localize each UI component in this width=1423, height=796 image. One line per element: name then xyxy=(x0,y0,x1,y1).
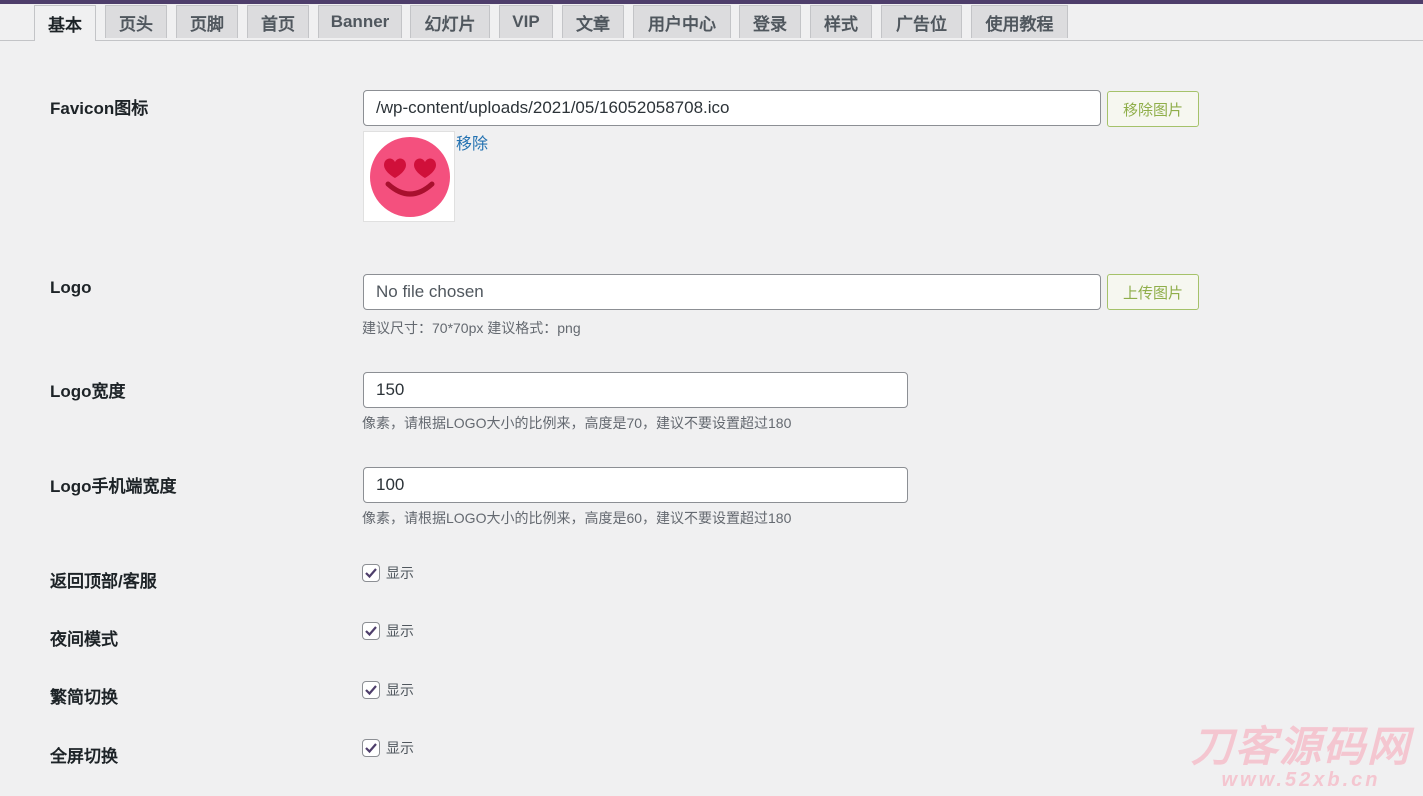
upload-image-button[interactable]: 上传图片 xyxy=(1107,274,1199,310)
back-to-top-checkbox-label: 显示 xyxy=(386,565,414,581)
tab-article[interactable]: 文章 xyxy=(562,5,624,38)
logo-hint: 建议尺寸：70*70px 建议格式：png xyxy=(362,320,581,336)
back-to-top-option: 显示 xyxy=(362,563,414,583)
logo-mobile-width-hint: 像素，请根据LOGO大小的比例来，高度是60，建议不要设置超过180 xyxy=(362,510,792,526)
traditional-simplified-checkbox[interactable] xyxy=(362,681,380,699)
remove-image-button[interactable]: 移除图片 xyxy=(1107,91,1199,127)
tab-footer[interactable]: 页脚 xyxy=(176,5,238,38)
heart-eyes-emoji-icon xyxy=(370,137,450,217)
traditional-simplified-option: 显示 xyxy=(362,680,414,700)
remove-favicon-link[interactable]: 移除 xyxy=(456,130,488,154)
traditional-simplified-label: 繁简切换 xyxy=(50,688,118,707)
tab-header[interactable]: 页头 xyxy=(105,5,167,38)
watermark: 刀客源码网 www.52xb.cn xyxy=(1191,725,1411,792)
logo-width-hint: 像素，请根据LOGO大小的比例来，高度是70，建议不要设置超过180 xyxy=(362,415,792,431)
tab-ads[interactable]: 广告位 xyxy=(881,5,962,38)
fullscreen-label: 全屏切换 xyxy=(50,747,118,766)
traditional-simplified-checkbox-label: 显示 xyxy=(386,682,414,698)
settings-tabs: 基本 页头 页脚 首页 Banner 幻灯片 VIP 文章 用户中心 登录 样式… xyxy=(0,4,1423,41)
tab-basic[interactable]: 基本 xyxy=(34,5,96,41)
favicon-preview xyxy=(363,131,455,222)
logo-file-input[interactable]: No file chosen xyxy=(363,274,1101,310)
logo-mobile-width-input[interactable]: 100 xyxy=(363,467,908,503)
tab-vip[interactable]: VIP xyxy=(499,5,553,38)
night-mode-checkbox[interactable] xyxy=(362,622,380,640)
checkmark-icon xyxy=(365,568,377,579)
fullscreen-checkbox-label: 显示 xyxy=(386,740,414,756)
night-mode-option: 显示 xyxy=(362,621,414,641)
tab-style[interactable]: 样式 xyxy=(810,5,872,38)
night-mode-checkbox-label: 显示 xyxy=(386,623,414,639)
fullscreen-checkbox[interactable] xyxy=(362,739,380,757)
logo-label: Logo xyxy=(50,278,92,297)
logo-mobile-width-label: Logo手机端宽度 xyxy=(50,477,177,496)
favicon-url-input[interactable]: /wp-content/uploads/2021/05/16052058708.… xyxy=(363,90,1101,126)
fullscreen-option: 显示 xyxy=(362,738,414,758)
favicon-label: Favicon图标 xyxy=(50,99,149,118)
tab-login[interactable]: 登录 xyxy=(739,5,801,38)
night-mode-label: 夜间模式 xyxy=(50,630,118,649)
logo-width-input[interactable]: 150 xyxy=(363,372,908,408)
back-to-top-checkbox[interactable] xyxy=(362,564,380,582)
tab-slideshow[interactable]: 幻灯片 xyxy=(410,5,490,38)
tab-tutorial[interactable]: 使用教程 xyxy=(971,5,1068,38)
back-to-top-label: 返回顶部/客服 xyxy=(50,572,157,591)
tab-home[interactable]: 首页 xyxy=(247,5,309,38)
watermark-title: 刀客源码网 xyxy=(1190,723,1411,770)
checkmark-icon xyxy=(365,626,377,637)
tab-banner[interactable]: Banner xyxy=(318,5,402,38)
tab-user-center[interactable]: 用户中心 xyxy=(633,5,731,38)
logo-width-label: Logo宽度 xyxy=(50,382,126,401)
checkmark-icon xyxy=(365,685,377,696)
watermark-url: www.52xb.cn xyxy=(1221,769,1381,791)
checkmark-icon xyxy=(365,743,377,754)
